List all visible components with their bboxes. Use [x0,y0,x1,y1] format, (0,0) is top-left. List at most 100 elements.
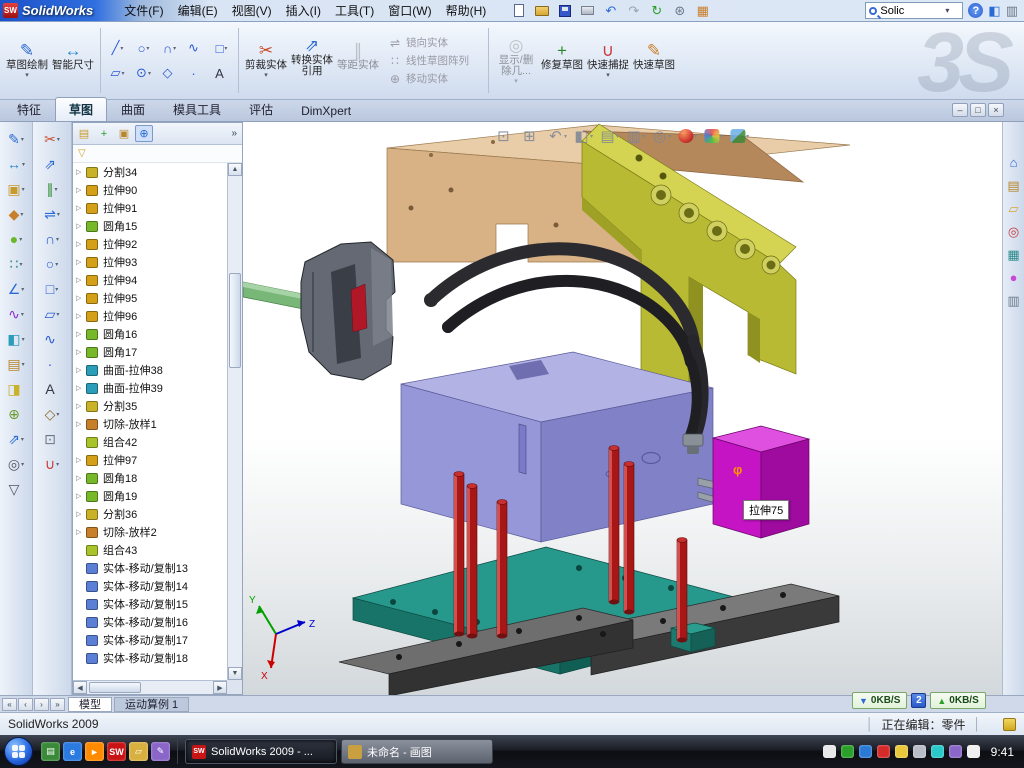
mirror-entities-button[interactable]: ⇌ 镜向实体 [388,35,484,50]
file-explorer-icon[interactable]: ▱ [1009,202,1019,215]
command-tab[interactable]: 曲面 [107,97,159,121]
custom-properties-icon[interactable]: ▥ [1007,294,1019,307]
network-tray-icon[interactable] [859,745,872,758]
note-icon[interactable] [1003,718,1016,731]
restore-button[interactable]: □ [970,103,986,117]
expand-arrow-icon[interactable]: ▷ [76,168,81,176]
open-icon[interactable] [532,2,551,20]
expand-arrow-icon[interactable]: ▷ [76,222,81,230]
feature-tree-item[interactable]: ▷ 拉伸95 [73,289,227,307]
expand-arrow-icon[interactable]: ▷ [76,276,81,284]
feature-tree-item[interactable]: ▷ 拉伸92 [73,235,227,253]
configurationmanager-tab-icon[interactable]: ▣ [115,125,133,142]
close-button[interactable]: × [988,103,1004,117]
feature-tree-item[interactable]: ▷ 拉伸91 [73,199,227,217]
start-button[interactable] [4,737,33,766]
new-document-icon[interactable] [509,2,528,20]
command-tab[interactable]: 模具工具 [159,97,235,121]
appearances-scenes-icon[interactable]: ● [1010,271,1018,284]
print-icon[interactable] [578,2,597,20]
search-dropdown-icon[interactable]: ▾ [945,6,949,15]
smart-dimension-button[interactable]: ↔ 智能尺寸 ▾ [50,24,96,97]
select-tool[interactable]: ▽ ▾ [9,477,24,501]
feature-tree-item[interactable]: ▷ 圆角17 [73,343,227,361]
revolve-flyout[interactable]: ◆ ▾ [9,202,24,226]
curves-flyout[interactable]: ∿ ▾ [8,302,24,326]
expand-arrow-icon[interactable]: ▷ [76,456,81,464]
undo-icon[interactable]: ↶ [601,2,620,20]
feature-tree-item[interactable]: ▷ 分割35 [73,397,227,415]
linear-sketch-pattern-button[interactable]: ∷ 线性草图阵列 [388,53,484,68]
expand-arrow-icon[interactable]: ▷ [76,312,81,320]
feature-tree-item[interactable]: ▷ 拉伸96 [73,307,227,325]
help-icon[interactable]: ? [968,3,983,18]
offset-entities-button[interactable]: ∥ 等距实体 ▾ [335,24,381,97]
feature-tree-item[interactable]: ▷ 实体-移动/复制13 [73,559,227,577]
task-paint[interactable]: 未命名 - 画图 [341,739,493,764]
language-indicator-icon[interactable] [823,745,836,758]
paint-quick-icon[interactable]: ✎ [151,742,170,761]
menu-item[interactable]: 工具(T) [328,0,381,21]
expand-arrow-icon[interactable]: ▷ [76,528,81,536]
zoom-area-icon[interactable]: ⊞ ▾ [522,127,541,145]
fullscreen-icon[interactable]: ▥ [1006,4,1018,17]
update-tray-icon[interactable] [895,745,908,758]
extrude-flyout[interactable]: ▣ ▾ [7,177,24,201]
text-tool[interactable]: A ▾ [209,61,234,85]
fillet-flyout[interactable]: ● ▾ [10,227,22,251]
apply-scene-icon[interactable]: ▾ [704,129,723,143]
folder-quick-icon[interactable]: ▱ [129,742,148,761]
previous-view-icon[interactable]: ↶ ▾ [548,127,567,145]
trim-flyout[interactable]: ✂ ▾ [44,127,60,151]
feature-tree-item[interactable]: ▷ 拉伸90 [73,181,227,199]
feature-tree-item[interactable]: ▷ 拉伸97 [73,451,227,469]
spline-tool[interactable]: ∿ ▾ [183,36,208,60]
minimize-button[interactable]: – [952,103,968,117]
split-tool[interactable]: ◨ ▾ [7,377,24,401]
edit-appearance-icon[interactable]: ▾ [678,129,697,143]
show-desktop-icon[interactable]: ▤ [41,742,60,761]
rectangle-tool[interactable]: □ ▾ [209,36,234,60]
expand-arrow-icon[interactable]: ▷ [76,366,81,374]
media-player-icon[interactable]: ► [85,742,104,761]
feature-tree-item[interactable]: ▷ 圆角19 [73,487,227,505]
spline-flyout[interactable]: ∿ ▾ [44,327,60,351]
battery-tray-icon[interactable] [949,745,962,758]
tree-header-chevron-icon[interactable]: » [231,128,240,139]
expand-arrow-icon[interactable]: ▷ [76,474,81,482]
move-copy-body-tool[interactable]: ⇗ ▾ [8,427,24,451]
scrollbar-thumb[interactable] [229,273,241,368]
meter-badge[interactable]: 2 [911,693,926,708]
tree-vertical-scrollbar[interactable]: ▲ ▼ [227,163,242,680]
browser-icon[interactable]: e [63,742,82,761]
command-tab[interactable]: 评估 [235,97,287,121]
section-view-icon[interactable]: ◧ ▾ [574,127,593,145]
command-tab[interactable]: 草图 [55,97,107,121]
combine-tool[interactable]: ⊕ ▾ [8,402,24,426]
graphics-viewport[interactable]: ⊡ ▾ ⊞ ▾ ↶ ▾ ◧ ▾ ▤ ▾ ▥ [243,122,1002,695]
feature-tree-item[interactable]: ▷ 圆角15 [73,217,227,235]
expand-arrow-icon[interactable]: ▷ [76,294,81,302]
sketch-button[interactable]: ✎ 草图绘制 ▾ [4,24,50,97]
slot-flyout[interactable]: ▱ ▾ [45,302,60,326]
step-forward-button[interactable]: › [34,698,49,711]
expand-arrow-icon[interactable]: ▷ [76,492,81,500]
zoom-fit-icon[interactable]: ⊡ ▾ [496,127,515,145]
messenger-tray-icon[interactable] [877,745,890,758]
display-style-icon[interactable]: ▥ ▾ [626,127,645,145]
mirror-flyout[interactable]: ⇌ ▾ [44,202,60,226]
line-tool[interactable]: ╱ ▾ [105,36,130,60]
scrollbar-thumb[interactable] [89,682,141,693]
tree-filter-bar[interactable]: ▽ [73,145,242,163]
appearance-icon[interactable]: ▦ [693,2,712,20]
instant3d-flyout[interactable]: ⊡ ▾ [44,427,60,451]
rapid-sketch-button[interactable]: ✎ 快速草图 ▾ [631,24,677,97]
circle-flyout[interactable]: ○ ▾ [46,252,58,276]
volume-tray-icon[interactable] [913,745,926,758]
expand-arrow-icon[interactable]: ▷ [76,384,81,392]
expand-arrow-icon[interactable]: ▷ [76,240,81,248]
tree-horizontal-scrollbar[interactable]: ◀ ▶ [73,680,227,694]
feature-tree-item[interactable]: ▷ 圆角18 [73,469,227,487]
convert-flyout[interactable]: ⇗ ▾ [44,152,60,176]
feature-tree-item[interactable]: ▷ 实体-移动/复制18 [73,649,227,667]
